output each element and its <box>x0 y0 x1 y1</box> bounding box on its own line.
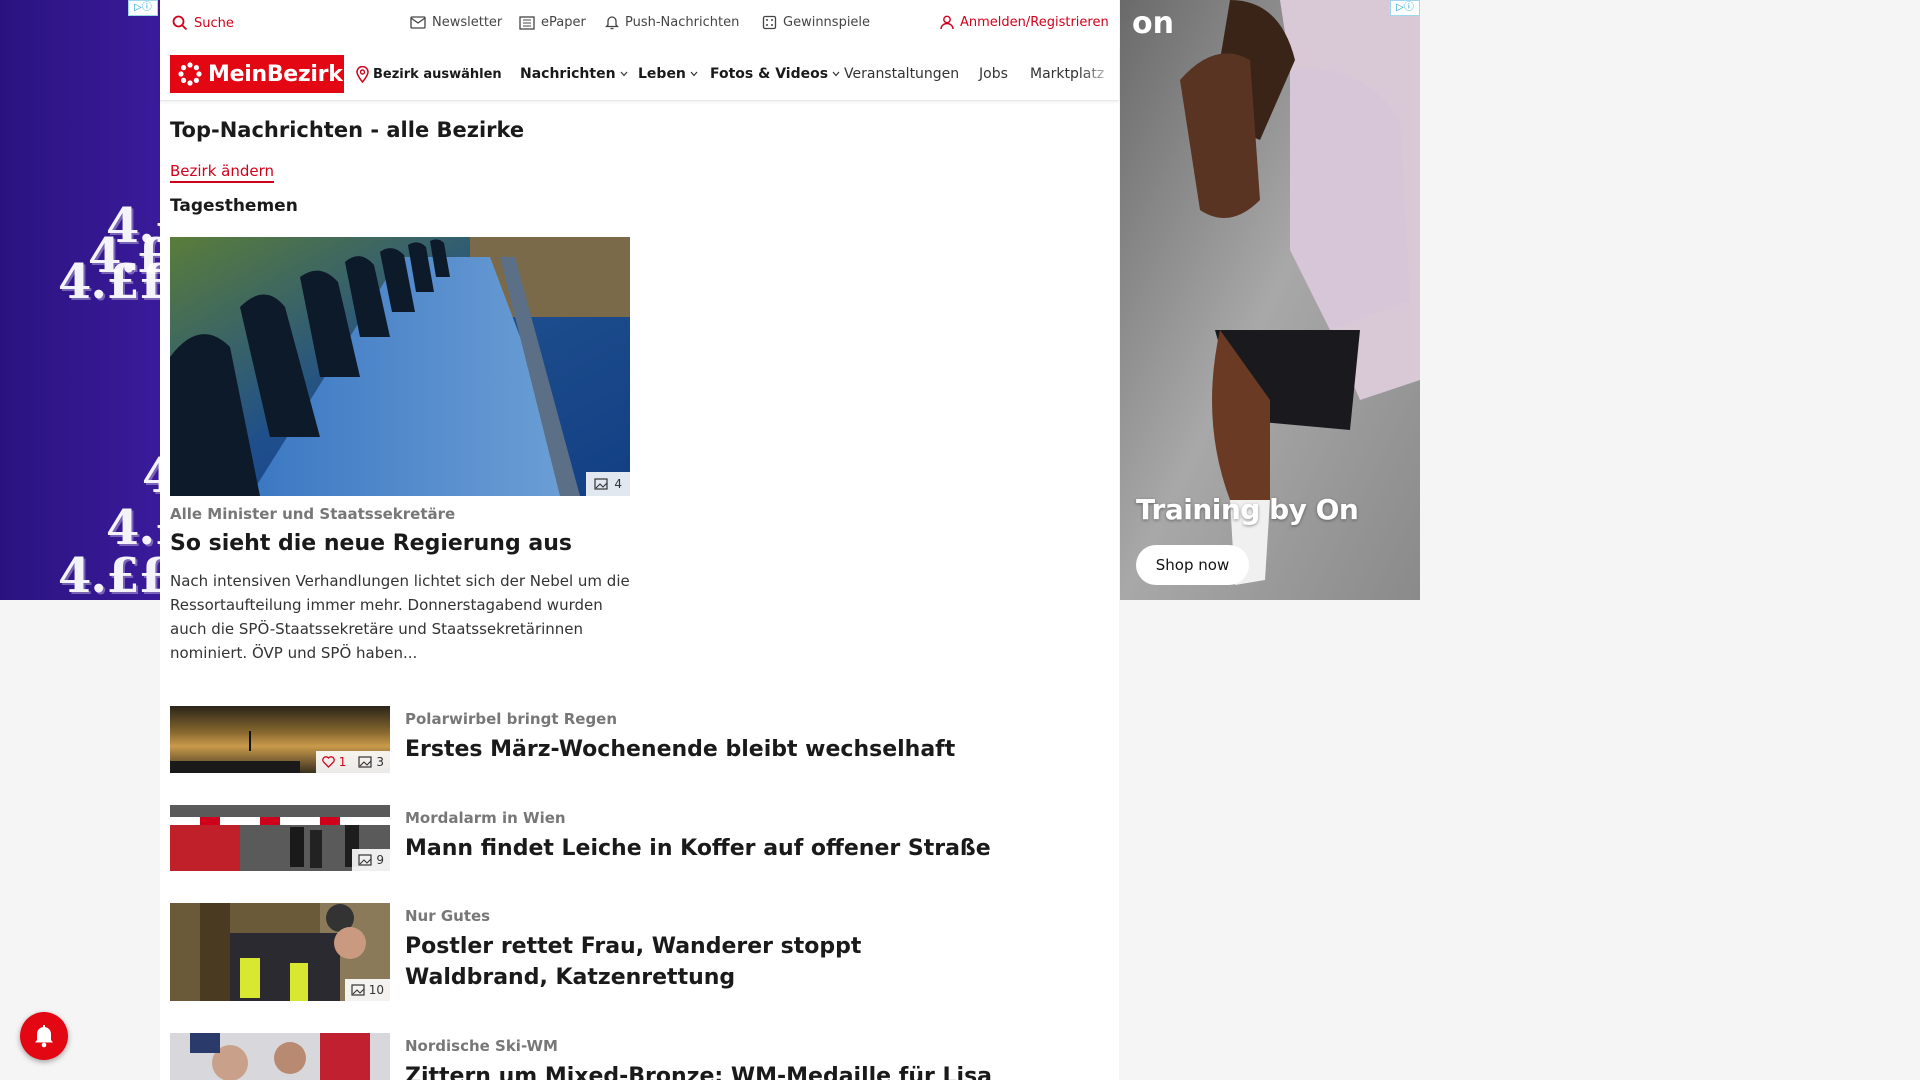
hero-headline[interactable]: So sieht die neue Regierung aus <box>170 531 572 556</box>
main-column: Suche Newsletter ePaper Push-Nachrichten… <box>160 0 1119 1080</box>
newsletter-label: Newsletter <box>432 15 503 30</box>
epaper-link[interactable]: ePaper <box>519 15 586 30</box>
chevron-down-icon <box>832 71 840 77</box>
image-count: 3 <box>376 755 384 769</box>
login-link[interactable]: Anmelden/Registrieren <box>940 15 1109 30</box>
user-icon <box>940 15 954 30</box>
search-button[interactable]: Suche <box>172 15 234 31</box>
article-item[interactable]: 1 3 Polarwirbel bringt Regen Erstes März… <box>170 706 1070 773</box>
article-kicker: Polarwirbel bringt Regen <box>405 710 618 728</box>
image-count-badge: 9 <box>352 849 390 871</box>
nav-item-veranstaltungen[interactable]: Veranstaltungen <box>844 66 959 82</box>
article-kicker: Nur Gutes <box>405 907 491 925</box>
article-item[interactable]: Nordische Ski-WM Zittern um Mixed-Bronze… <box>170 1033 1070 1080</box>
image-count-badge: 3 <box>352 751 390 773</box>
image-icon <box>351 984 365 996</box>
hero-image[interactable]: 4 <box>170 237 630 496</box>
article-headline[interactable]: Postler rettet Frau, Wanderer stoppt Wal… <box>405 931 1005 993</box>
newsletter-link[interactable]: Newsletter <box>410 15 502 30</box>
contests-link[interactable]: Gewinnspiele <box>762 15 870 30</box>
article-headline[interactable]: Mann findet Leiche in Koffer auf offener… <box>405 833 1005 864</box>
change-district-link[interactable]: Bezirk ändern <box>170 162 275 183</box>
skin-ad-text: 4 <box>142 448 160 504</box>
section-heading: Tagesthemen <box>170 196 298 216</box>
epaper-label: ePaper <box>541 15 586 30</box>
article-badges: 1 3 <box>315 751 390 773</box>
article-badges: 10 <box>344 979 390 1001</box>
article-badges: 9 <box>352 849 390 871</box>
image-icon <box>358 854 372 866</box>
push-label: Push-Nachrichten <box>625 15 740 30</box>
ad-headline: Training by On <box>1136 493 1359 526</box>
article-kicker: Mordalarm in Wien <box>405 809 566 827</box>
ad-choices-icon[interactable]: ▷ⓘ <box>128 0 158 16</box>
logo-mark-icon <box>178 62 202 86</box>
nav-item-label: Nachrichten <box>520 66 616 82</box>
right-banner-ad[interactable]: ▷ⓘ on Training by On Shop now <box>1120 0 1420 600</box>
image-count: 10 <box>368 983 384 997</box>
mail-icon <box>410 16 426 29</box>
nav-item-fotos-videos[interactable]: Fotos & Videos <box>710 66 840 82</box>
hero-photo <box>170 237 630 496</box>
article-thumbnail <box>170 1033 390 1080</box>
contests-label: Gewinnspiele <box>783 15 871 30</box>
heart-icon <box>321 756 335 768</box>
chevron-down-icon <box>690 71 698 77</box>
skin-ad-text: 4.££ <box>58 548 160 600</box>
nav-item-jobs[interactable]: Jobs <box>979 66 1008 82</box>
article-item[interactable]: 10 Nur Gutes Postler rettet Frau, Wander… <box>170 903 1070 1001</box>
newspaper-icon <box>519 15 535 30</box>
nav-item-label: Jobs <box>979 66 1008 82</box>
map-pin-icon <box>356 66 369 83</box>
search-icon <box>172 15 188 31</box>
shop-now-button[interactable]: Shop now <box>1136 545 1249 585</box>
bell-icon <box>35 1025 53 1048</box>
nav-item-leben[interactable]: Leben <box>638 66 698 82</box>
meinbezirk-logo[interactable]: MeinBezirk <box>170 55 344 93</box>
article-thumbnail: 1 3 <box>170 706 390 773</box>
nav-item-label: Leben <box>638 66 686 82</box>
article-kicker: Nordische Ski-WM <box>405 1037 558 1055</box>
image-count-badge: 10 <box>344 979 390 1001</box>
logo-text: MeinBezirk <box>208 61 343 87</box>
nav-item-nachrichten[interactable]: Nachrichten <box>520 66 628 82</box>
bell-icon <box>605 16 619 30</box>
nav-overflow-fade <box>1079 62 1119 88</box>
likes-count: 1 <box>338 755 347 769</box>
main-navigation: MeinBezirk Bezirk auswählen Nachrichten … <box>160 46 1119 101</box>
thumbnail-photo <box>170 1033 390 1080</box>
search-label: Suche <box>194 15 234 31</box>
ad-choices-icon[interactable]: ▷ⓘ <box>1390 0 1420 16</box>
likes-badge: 1 <box>315 751 353 773</box>
push-notifications-link[interactable]: Push-Nachrichten <box>605 15 739 30</box>
image-count: 4 <box>614 477 622 491</box>
skin-ad-text: 4.££ <box>58 254 160 310</box>
image-count: 9 <box>376 853 384 867</box>
hero-kicker: Alle Minister und Staatssekretäre <box>170 505 456 523</box>
image-count-badge: 4 <box>586 472 630 496</box>
article-thumbnail: 10 <box>170 903 390 1001</box>
chevron-down-icon <box>620 71 628 77</box>
left-skin-ad[interactable]: ▷ⓘ 4.£ 4.£ 4.££ 4 4.£ 4.££ <box>0 0 160 600</box>
select-district-label: Bezirk auswählen <box>373 67 502 82</box>
image-icon <box>358 756 372 768</box>
select-district-button[interactable]: Bezirk auswählen <box>356 66 502 83</box>
nav-item-label: Veranstaltungen <box>844 66 960 82</box>
gift-icon <box>762 15 777 30</box>
image-icon <box>594 478 608 490</box>
hero-teaser: Nach intensiven Verhandlungen lichtet si… <box>170 572 630 662</box>
page-title: Top-Nachrichten - alle Bezirke <box>170 118 525 142</box>
article-item[interactable]: 9 Mordalarm in Wien Mann findet Leiche i… <box>170 805 1070 871</box>
article-thumbnail: 9 <box>170 805 390 871</box>
article-headline[interactable]: Erstes März-Wochenende bleibt wechselhaf… <box>405 734 1005 765</box>
article-headline[interactable]: Zittern um Mixed-Bronze: WM-Medaille für… <box>405 1061 1045 1080</box>
notification-bell-button[interactable] <box>20 1012 68 1060</box>
nav-item-label: Fotos & Videos <box>710 66 829 82</box>
login-label: Anmelden/Registrieren <box>960 15 1109 30</box>
on-brand-logo: on <box>1132 6 1174 41</box>
top-utility-bar: Suche Newsletter ePaper Push-Nachrichten… <box>160 0 1119 46</box>
